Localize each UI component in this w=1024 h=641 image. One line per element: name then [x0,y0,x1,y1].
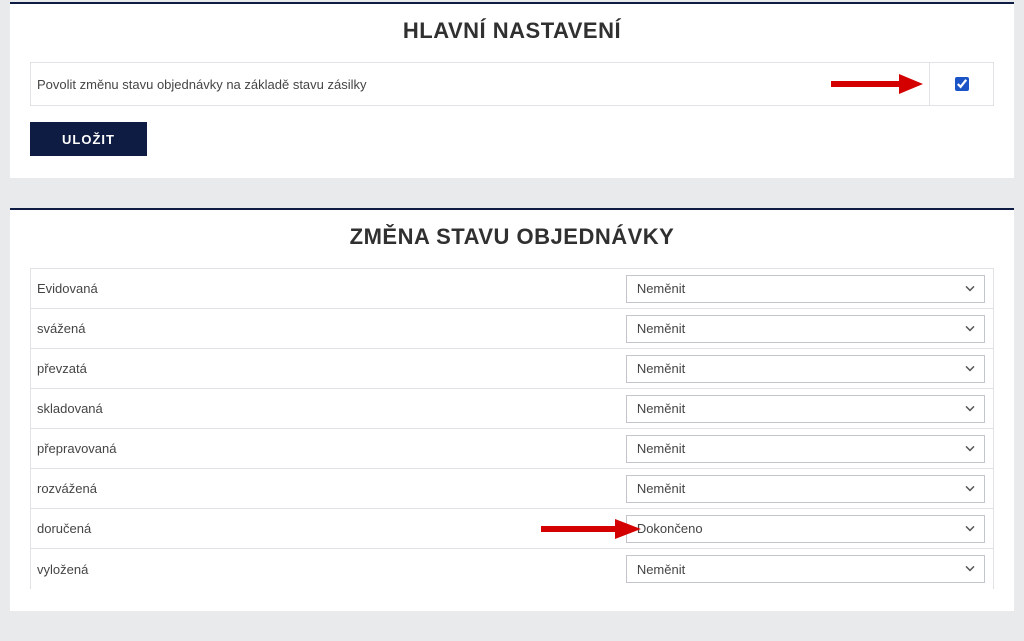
status-change-title: ZMĚNA STAVU OBJEDNÁVKY [30,224,994,250]
status-select-cell: Neměnit [618,469,993,508]
enable-status-change-row: Povolit změnu stavu objednávky na základ… [30,62,994,106]
enable-status-change-checkbox[interactable] [955,77,969,91]
status-row: přepravovaná Neměnit [31,429,993,469]
chevron-down-icon [964,442,976,454]
status-row: skladovaná Neměnit [31,389,993,429]
status-label: svážená [31,309,618,348]
status-select-value: Dokončeno [637,521,703,536]
chevron-down-icon [964,282,976,294]
enable-status-change-label: Povolit změnu stavu objednávky na základ… [31,63,929,105]
chevron-down-icon [964,482,976,494]
status-select-cell: Neměnit [618,389,993,428]
status-select[interactable]: Neměnit [626,555,985,583]
status-select-cell: Neměnit [618,349,993,388]
status-change-panel: ZMĚNA STAVU OBJEDNÁVKY EvidovanáNeměnits… [10,208,1014,611]
status-label: skladovaná [31,389,618,428]
status-label: převzatá [31,349,618,388]
status-select-value: Neměnit [637,401,685,416]
status-select-cell: Dokončeno [618,509,993,548]
status-select-value: Neměnit [637,441,685,456]
status-select[interactable]: Dokončeno [626,515,985,543]
main-settings-panel: HLAVNÍ NASTAVENÍ Povolit změnu stavu obj… [10,2,1014,178]
status-label: přepravovaná [31,429,618,468]
status-row: Evidovaná Neměnit [31,269,993,309]
status-select-value: Neměnit [637,361,685,376]
status-label: rozvážená [31,469,618,508]
chevron-down-icon [964,322,976,334]
main-settings-title: HLAVNÍ NASTAVENÍ [30,18,994,44]
status-select[interactable]: Neměnit [626,355,985,383]
status-select-cell: Neměnit [618,429,993,468]
status-row: vyložená Neměnit [31,549,993,589]
status-select[interactable]: Neměnit [626,435,985,463]
chevron-down-icon [964,522,976,534]
status-select-cell: Neměnit [618,269,993,308]
chevron-down-icon [964,562,976,574]
status-row: doručená Dokončeno [31,509,993,549]
status-select[interactable]: Neměnit [626,315,985,343]
status-select-cell: Neměnit [618,309,993,348]
enable-status-change-check-cell [929,63,993,105]
status-label: doručená [31,509,618,548]
status-select[interactable]: Neměnit [626,475,985,503]
chevron-down-icon [964,362,976,374]
status-select[interactable]: Neměnit [626,275,985,303]
save-button[interactable]: ULOŽIT [30,122,147,156]
status-select-value: Neměnit [637,562,685,577]
status-row: převzatá Neměnit [31,349,993,389]
status-row: svážená Neměnit [31,309,993,349]
status-select-cell: Neměnit [618,549,993,589]
status-change-table: Evidovaná Neměnit svážená Neměnit převzatá Ne… [30,268,994,589]
status-select[interactable]: Neměnit [626,395,985,423]
status-select-value: Neměnit [637,281,685,296]
status-row: rozvážená Neměnit [31,469,993,509]
chevron-down-icon [964,402,976,414]
status-label: Evidovaná [31,269,618,308]
status-select-value: Neměnit [637,321,685,336]
status-label: vyložená [31,549,618,589]
status-select-value: Neměnit [637,481,685,496]
